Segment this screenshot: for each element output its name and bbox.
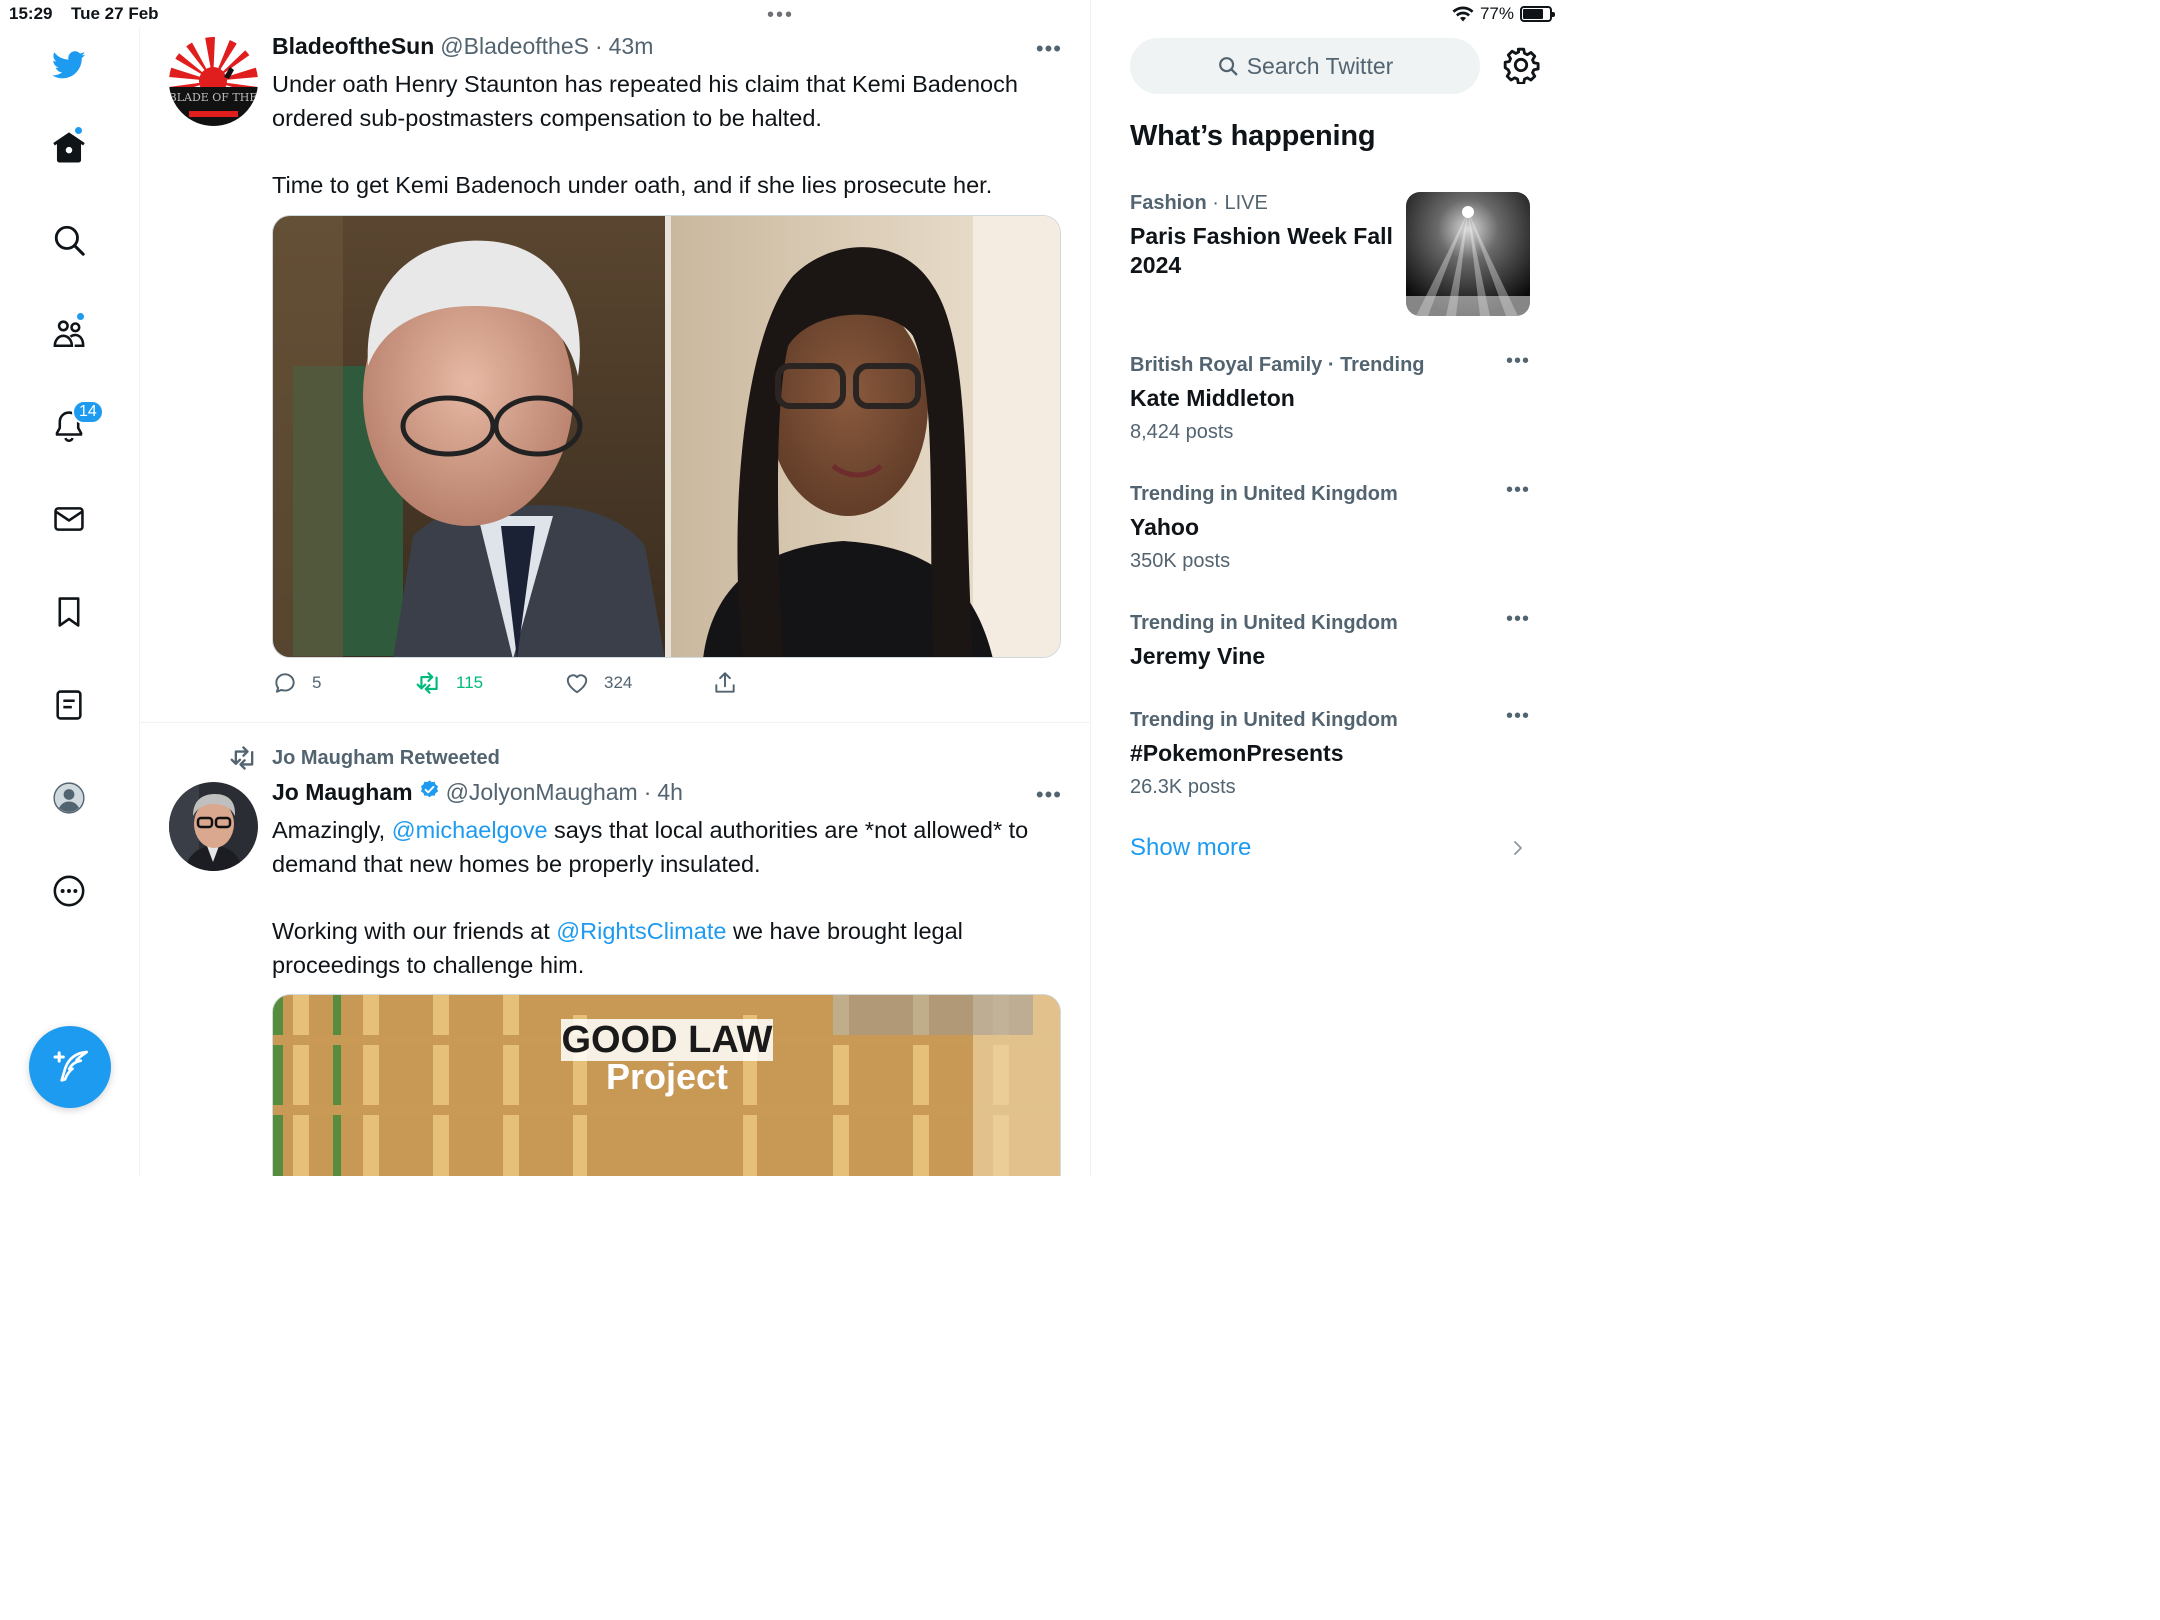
tweet-text-segment: Amazingly, (272, 817, 392, 843)
trend-category: British Royal Family (1130, 354, 1323, 376)
trend-post-count: 8,424 posts (1130, 421, 1234, 443)
trend-category: Trending in United Kingdom (1130, 483, 1398, 505)
trend-name: Paris Fashion Week Fall 2024 (1130, 223, 1393, 278)
trend-more-options-icon[interactable]: ••• (1506, 705, 1530, 728)
trend-more-options-icon[interactable]: ••• (1506, 479, 1530, 502)
tweet-text-segment: Working with our friends at (272, 918, 557, 944)
media-caption-line-1: GOOD LAW (561, 1019, 772, 1061)
trend-item[interactable]: Trending in United Kingdom Jeremy Vine •… (1130, 608, 1530, 671)
home-icon[interactable] (40, 118, 98, 176)
status-time: 15:29 (9, 4, 53, 23)
trend-post-count: 26.3K posts (1130, 776, 1236, 798)
settings-gear-icon[interactable] (1502, 46, 1540, 84)
trend-category: Trending in United Kingdom (1130, 612, 1398, 634)
tweet[interactable]: Jo Maugham Retweeted Jo Maugham @JolyonM… (140, 0, 1090, 1176)
notifications-badge: 14 (72, 400, 104, 424)
bookmarks-icon[interactable] (40, 583, 98, 641)
trend-post-count: 350K posts (1130, 550, 1231, 572)
trend-category: Trending in United Kingdom (1130, 709, 1398, 731)
compose-feather-icon (53, 1050, 88, 1082)
tweet-author-handle[interactable]: @JolyonMaugham (446, 779, 638, 806)
lists-icon[interactable] (40, 676, 98, 734)
mention-link[interactable]: @michaelgove (392, 817, 548, 843)
trend-item[interactable]: Trending in United Kingdom #PokemonPrese… (1130, 705, 1530, 799)
tweet-text-paragraph: Amazingly, @michaelgove says that local … (272, 813, 1072, 881)
retweeted-by-text: Jo Maugham Retweeted (272, 746, 500, 769)
trend-live-label: LIVE (1224, 192, 1268, 214)
battery-fill (1523, 9, 1544, 19)
trend-name: Jeremy Vine (1130, 643, 1266, 669)
verified-badge-icon (420, 780, 438, 798)
trend-meta: British Royal Family · Trending (1130, 354, 1425, 376)
search-placeholder: Search Twitter (1246, 52, 1394, 79)
trend-name: #PokemonPresents (1130, 740, 1344, 766)
search-twitter-input[interactable]: Search Twitter (1130, 38, 1480, 94)
search-icon (1218, 57, 1238, 76)
compose-tweet-button[interactable] (29, 1026, 111, 1108)
trend-more-options-icon[interactable]: ••• (1506, 350, 1530, 373)
chevron-right-icon (1514, 841, 1522, 855)
tweet-author-line: Jo Maugham @JolyonMaugham · 4h (272, 779, 683, 806)
trend-name: Yahoo (1130, 514, 1200, 540)
retweeted-by-line[interactable]: Jo Maugham Retweeted (230, 744, 500, 772)
left-navigation: 14 (0, 28, 140, 1176)
trend-category: Fashion (1130, 192, 1207, 214)
trend-item[interactable]: Fashion · LIVE Paris Fashion Week Fall 2… (1130, 192, 1400, 280)
twitter-logo-icon[interactable] (40, 36, 98, 94)
trend-item[interactable]: Trending in United Kingdom Yahoo 350K po… (1130, 479, 1530, 573)
explore-search-icon[interactable] (40, 211, 98, 269)
trend-meta: Fashion · LIVE (1130, 192, 1268, 214)
communities-unread-dot (76, 312, 85, 321)
media-caption-line-2: Project (606, 1056, 728, 1097)
whats-happening-title: What’s happening (1130, 120, 1376, 152)
tweet-separator: · (643, 779, 652, 805)
notifications-bell-icon[interactable]: 14 (40, 397, 104, 455)
profile-avatar-icon[interactable] (40, 769, 98, 827)
communities-icon[interactable] (40, 304, 98, 362)
battery-icon (1520, 6, 1555, 22)
status-right: 77% (1452, 4, 1555, 24)
tweet-media-image[interactable]: GOOD LAW Project (272, 994, 1061, 1176)
wifi-icon (1452, 6, 1474, 22)
trend-more-options-icon[interactable]: ••• (1506, 608, 1530, 631)
retweeted-icon (230, 746, 254, 770)
trend-item[interactable]: British Royal Family · Trending Kate Mid… (1130, 350, 1530, 444)
tweet-author-avatar[interactable] (169, 782, 258, 871)
mention-link[interactable]: @RightsClimate (556, 918, 726, 944)
tweet-timestamp[interactable]: 4h (657, 779, 683, 806)
trend-name: Kate Middleton (1130, 385, 1295, 411)
more-circle-icon[interactable] (40, 862, 98, 920)
tweet-author-name[interactable]: Jo Maugham (272, 779, 413, 806)
trend-status: Trending (1340, 354, 1425, 376)
messages-envelope-icon[interactable] (40, 490, 98, 548)
tweet-text-paragraph: Working with our friends at @RightsClima… (272, 914, 1072, 982)
battery-percent: 77% (1479, 4, 1514, 23)
trend-thumbnail-image[interactable] (1406, 192, 1530, 316)
right-sidebar: Search Twitter What’s happening Fashion … (1092, 28, 1562, 1176)
timeline: BLADE OF THE BladeoftheSun @BladeoftheS … (140, 0, 1091, 1176)
home-unread-dot (74, 126, 83, 135)
tweet-more-options-icon[interactable]: ••• (1036, 782, 1062, 808)
show-more-link[interactable]: Show more (1130, 834, 1251, 862)
tweet-text: Amazingly, @michaelgove says that local … (272, 813, 1072, 1015)
